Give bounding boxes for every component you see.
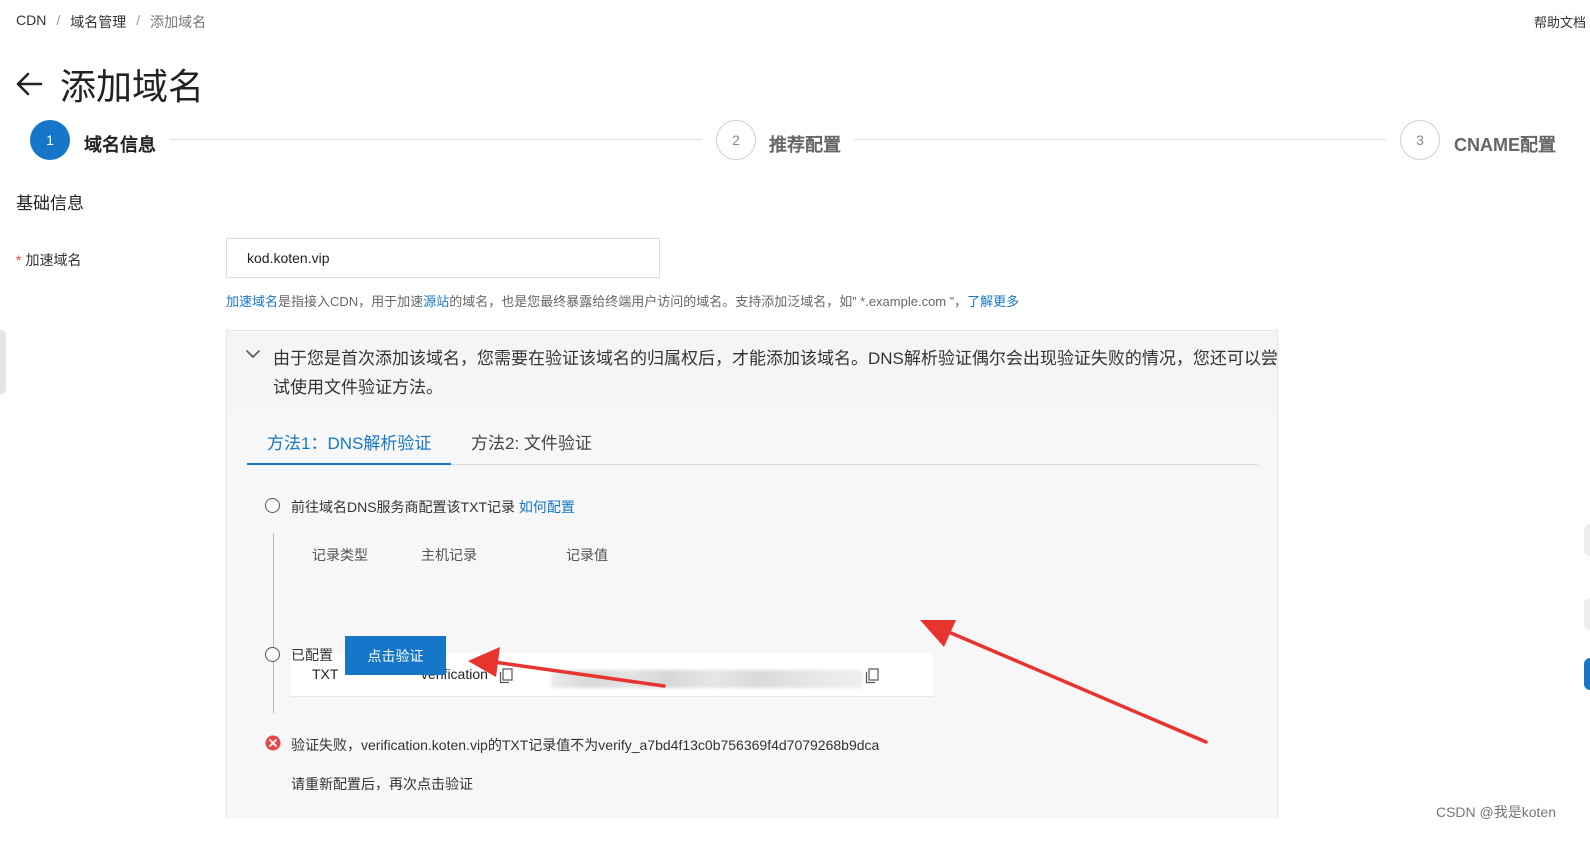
hint-text: 的域名，也是您最终暴露给终端用户访问的域名。支持添加泛域名，如” *.examp… bbox=[449, 294, 968, 309]
domain-input[interactable] bbox=[226, 238, 660, 278]
tab-dns-verification[interactable]: 方法1：DNS解析验证 bbox=[247, 429, 452, 465]
verification-panel-header[interactable]: 由于您是首次添加该域名，您需要在验证该域名的归属权后，才能添加该域名。DNS解析… bbox=[227, 331, 1278, 409]
page-title: 添加域名 bbox=[60, 66, 205, 107]
help-docs-link[interactable]: 帮助文档 bbox=[1534, 12, 1586, 31]
how-to-configure-link[interactable]: 如何配置 bbox=[519, 499, 575, 515]
breadcrumb-separator: / bbox=[136, 12, 141, 28]
radio-configured[interactable] bbox=[265, 647, 280, 662]
verification-message: 由于您是首次添加该域名，您需要在验证该域名的归属权后，才能添加该域名。DNS解析… bbox=[273, 349, 1278, 397]
floating-tool-button[interactable] bbox=[1584, 598, 1590, 630]
step-guide-line bbox=[273, 685, 274, 713]
tab-file-verification[interactable]: 方法2: 文件验证 bbox=[451, 429, 612, 465]
retry-instruction: 请重新配置后，再次点击验证 bbox=[291, 776, 473, 792]
record-header-type: 记录类型 bbox=[312, 547, 368, 563]
copy-icon[interactable] bbox=[499, 668, 513, 684]
breadcrumb: CDN / 域名管理 / 添加域名 bbox=[16, 12, 206, 32]
ownership-verification-panel: 由于您是首次添加该域名，您需要在验证该域名的归属权后，才能添加该域名。DNS解析… bbox=[226, 330, 1278, 819]
page-header: 添加域名 bbox=[14, 58, 204, 110]
breadcrumb-domain-management[interactable]: 域名管理 bbox=[70, 12, 126, 32]
option-configured: 已配置 bbox=[291, 647, 333, 663]
watermark: CSDN @我是koten bbox=[1435, 804, 1556, 820]
option-configure-txt-text: 前往域名DNS服务商配置该TXT记录 bbox=[291, 499, 515, 515]
breadcrumb-cdn[interactable]: CDN bbox=[16, 12, 46, 32]
floating-help-button[interactable] bbox=[1584, 658, 1590, 690]
hint-link-accelerated-domain[interactable]: 加速域名 bbox=[226, 294, 278, 309]
section-title: 基础信息 bbox=[16, 194, 84, 213]
verify-button[interactable]: 点击验证 bbox=[345, 636, 446, 675]
step-1-label: 域名信息 bbox=[84, 135, 156, 155]
step-3-circle: 3 bbox=[1400, 120, 1440, 160]
copy-icon[interactable] bbox=[865, 668, 879, 684]
chevron-down-icon[interactable] bbox=[245, 347, 261, 361]
step-2-label: 推荐配置 bbox=[769, 135, 841, 155]
domain-label-text: 加速域名 bbox=[25, 252, 82, 268]
hint-link-origin[interactable]: 源站 bbox=[423, 294, 449, 309]
step-2-circle: 2 bbox=[716, 120, 756, 160]
step-indicator: 1 域名信息 2 推荐配置 3 CNAME配置 bbox=[30, 120, 1560, 162]
radio-configure-txt[interactable] bbox=[265, 498, 280, 513]
step-connector bbox=[170, 139, 702, 140]
verification-method-tabs: 方法1：DNS解析验证 方法2: 文件验证 bbox=[247, 429, 1258, 465]
domain-hint: 加速域名是指接入CDN，用于加速源站的域名，也是您最终暴露给终端用户访问的域名。… bbox=[226, 291, 1019, 310]
back-arrow-icon[interactable] bbox=[14, 69, 44, 99]
option-configure-txt: 前往域名DNS服务商配置该TXT记录 如何配置 bbox=[291, 497, 575, 517]
hint-text: 是指接入CDN，用于加速 bbox=[278, 294, 424, 309]
side-panel-handle[interactable] bbox=[0, 330, 6, 394]
verification-panel-body: 方法1：DNS解析验证 方法2: 文件验证 前往域名DNS服务商配置该TXT记录… bbox=[227, 409, 1277, 819]
step-guide-line bbox=[273, 533, 274, 697]
learn-more-link[interactable]: 了解更多 bbox=[967, 294, 1019, 309]
step-3-label: CNAME配置 bbox=[1454, 135, 1556, 155]
step-1-circle: 1 bbox=[30, 120, 70, 160]
record-header-value: 记录值 bbox=[566, 547, 608, 563]
error-circle-icon bbox=[265, 735, 281, 751]
breadcrumb-current: 添加域名 bbox=[150, 14, 207, 30]
record-header-host: 主机记录 bbox=[421, 547, 477, 563]
required-mark: * bbox=[16, 252, 22, 268]
record-value-blurred bbox=[551, 670, 863, 688]
domain-field-label: * 加速域名 bbox=[16, 250, 81, 270]
record-type: TXT bbox=[312, 666, 339, 682]
floating-tool-button[interactable] bbox=[1584, 524, 1590, 556]
step-connector bbox=[854, 139, 1386, 140]
verification-error-message: 验证失败，verification.koten.vip的TXT记录值不为veri… bbox=[291, 737, 880, 753]
breadcrumb-separator: / bbox=[56, 12, 61, 28]
